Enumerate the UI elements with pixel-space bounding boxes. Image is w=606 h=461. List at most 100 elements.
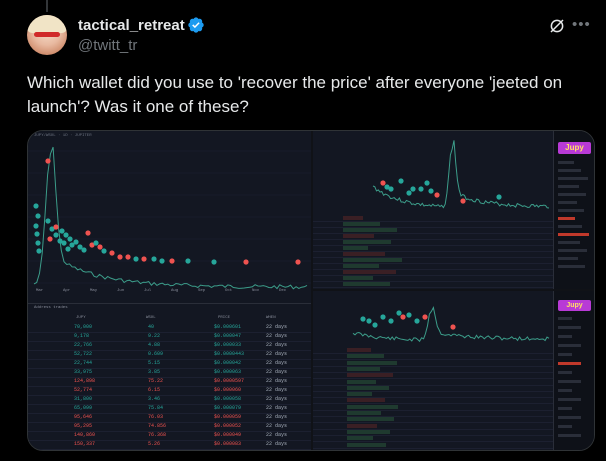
trade-marker — [35, 213, 41, 219]
trade-marker — [151, 256, 157, 262]
table-cell: 40 — [148, 324, 155, 330]
trade-marker — [35, 240, 41, 246]
trade-marker — [410, 186, 416, 192]
avatar[interactable] — [27, 15, 67, 55]
month-tick-label: Mar — [36, 289, 44, 293]
trade-marker — [243, 259, 249, 265]
jupy-logo-2: Jupy — [558, 300, 591, 311]
panel-row — [558, 169, 581, 172]
table-cell: 22,744 — [74, 360, 93, 366]
volume-bar — [347, 404, 398, 409]
volume-bar — [347, 411, 381, 415]
volume-bar — [347, 442, 386, 447]
trade-marker — [398, 178, 404, 184]
trade-marker — [81, 247, 87, 253]
trade-marker — [73, 239, 79, 245]
grok-icon[interactable] — [548, 17, 566, 35]
panel-row — [558, 317, 572, 320]
more-options-icon[interactable]: ••• — [572, 15, 594, 35]
trade-marker — [109, 250, 115, 256]
trade-marker — [33, 223, 39, 229]
price-line — [33, 146, 308, 290]
trade-marker — [496, 194, 502, 200]
volume-bar — [347, 436, 373, 441]
trade-marker — [85, 230, 91, 236]
price-line — [352, 306, 550, 343]
swap-panel-2: Jupy — [553, 291, 594, 450]
table-cell: 22 days — [266, 369, 288, 375]
month-tick-label: Nov — [252, 289, 260, 293]
table-cell: 33,975 — [74, 369, 93, 375]
volume-bar — [347, 379, 376, 384]
table-cell: 95,646 — [74, 414, 93, 420]
volume-bar — [347, 366, 380, 371]
table-cell: 140,860 — [74, 432, 96, 438]
month-tick-label: Dec — [279, 289, 287, 293]
table-header: PRICE — [218, 316, 231, 320]
panel-row — [558, 225, 582, 228]
table-cell: 6.15 — [148, 387, 161, 393]
table-cell: $0.000601 — [214, 324, 242, 330]
verified-badge-icon[interactable] — [187, 16, 205, 34]
table-cell: 150,337 — [74, 441, 96, 447]
volume-bar — [343, 282, 390, 286]
table-cell: 22 days — [266, 342, 288, 348]
table-cell: 22 days — [266, 405, 288, 411]
trade-marker — [428, 188, 434, 194]
trade-marker — [434, 192, 440, 198]
table-cell: 22 days — [266, 396, 288, 402]
trade-marker — [450, 324, 456, 330]
volume-bar — [347, 360, 397, 365]
table-cell: $0.0000597 — [214, 378, 245, 384]
volume-bar — [343, 246, 368, 250]
trade-marker — [406, 190, 412, 196]
table-row — [313, 442, 553, 449]
trade-marker — [372, 322, 378, 328]
trade-marker — [133, 256, 139, 262]
tweet-text: Which wallet did you use to 'recover the… — [27, 73, 563, 116]
table-cell: 3.85 — [148, 369, 161, 375]
month-tick-label: Aug — [171, 289, 179, 293]
panel-row — [558, 265, 585, 268]
trade-marker — [63, 232, 69, 238]
panel-row — [558, 177, 588, 180]
price-line — [372, 140, 550, 209]
volume-bar — [347, 423, 377, 428]
trade-marker — [125, 254, 131, 260]
volume-bar — [347, 373, 393, 378]
screenshot-chart-main: JUPY/WSOL · 1D · JUPITER Mar Apr May Jun Jul… — [28, 131, 311, 450]
trade-marker — [422, 314, 428, 320]
media-image-grid[interactable]: JUPY/WSOL · 1D · JUPITER Mar Apr May Jun Jul… — [27, 130, 595, 451]
table-cell: $0.000033 — [214, 342, 242, 348]
trade-marker — [47, 236, 53, 242]
table-cell: $0.000060 — [214, 387, 242, 393]
table-cell: 75.22 — [148, 378, 164, 384]
table-cell: $0.000047 — [214, 333, 242, 339]
volume-bar — [343, 222, 380, 226]
trade-marker — [93, 240, 99, 246]
table-title: Address trades — [34, 306, 68, 310]
table-cell: 22 days — [266, 432, 288, 438]
table-cell: $0.000052 — [214, 423, 242, 429]
trade-marker — [460, 198, 466, 204]
table-cell: 0.609 — [148, 351, 164, 357]
trade-marker — [34, 231, 40, 237]
user-handle[interactable]: @twitt_tr — [78, 37, 137, 54]
panel-row — [558, 201, 577, 204]
trade-marker — [388, 186, 394, 192]
trade-marker — [380, 314, 386, 320]
trade-marker — [396, 310, 402, 316]
screenshot-chart-secondary: Jupy — [313, 131, 594, 289]
table-cell: 52,722 — [74, 351, 93, 357]
table-cell: 22 days — [266, 423, 288, 429]
trade-marker — [424, 180, 430, 186]
table-cell: $0.000063 — [214, 369, 242, 375]
display-name[interactable]: tactical_retreat — [78, 17, 185, 34]
table-cell: 75.84 — [148, 405, 164, 411]
trade-marker — [45, 158, 51, 164]
table-cell: 124,898 — [74, 378, 96, 384]
volume-bar — [347, 348, 371, 352]
trade-marker — [360, 316, 366, 322]
table-cell: 22 days — [266, 324, 288, 330]
table-cell: $0.000079 — [214, 405, 242, 411]
